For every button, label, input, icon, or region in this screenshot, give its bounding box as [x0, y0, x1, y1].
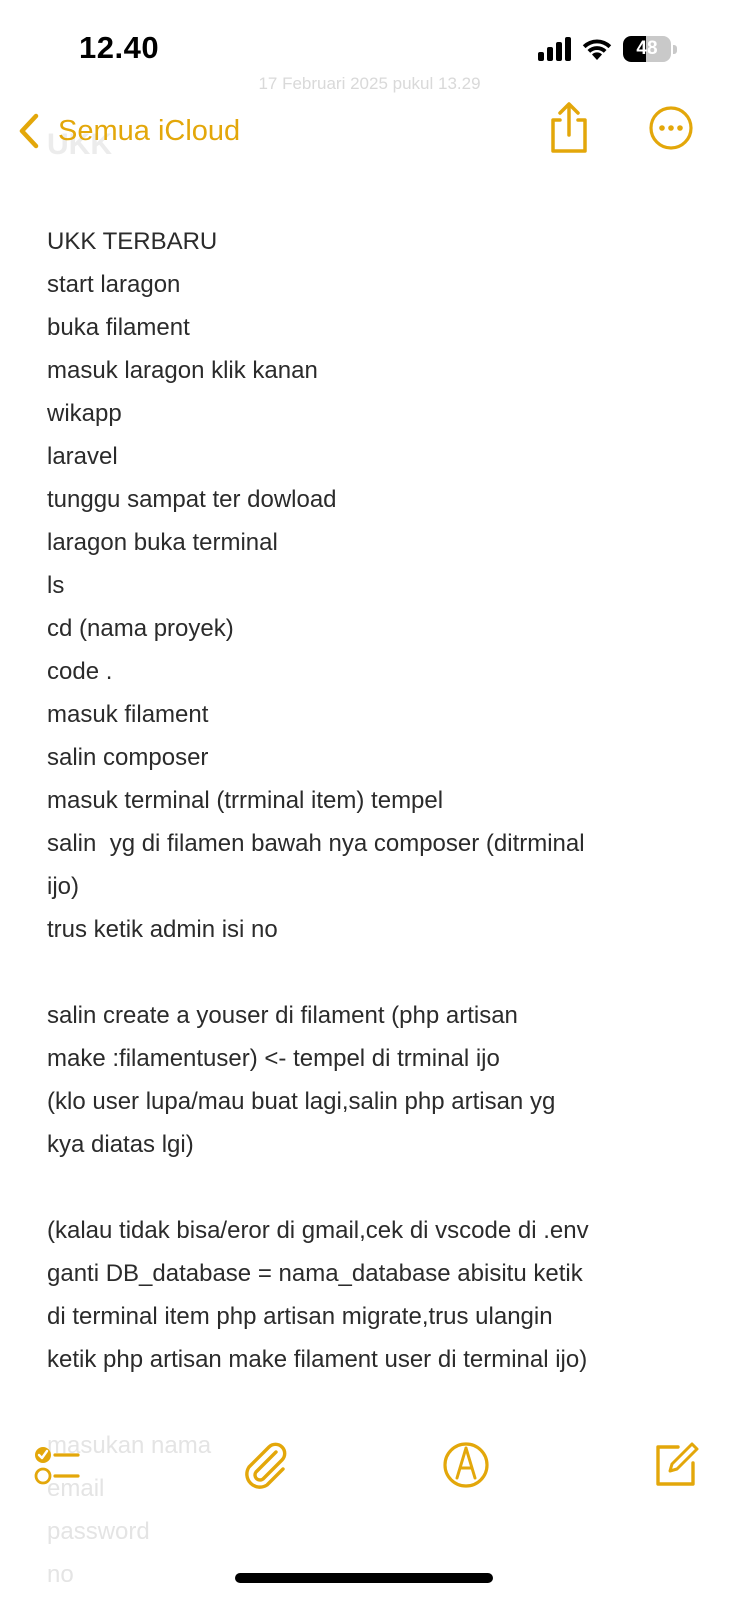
note-blank-line — [47, 1166, 717, 1209]
chevron-left-icon — [19, 113, 39, 149]
wifi-icon — [582, 39, 612, 60]
markup-icon[interactable] — [439, 1438, 493, 1492]
note-line: laravel — [47, 443, 118, 470]
note-line: ganti DB_database = nama_database abisit… — [47, 1260, 583, 1287]
nav-bar: Semua iCloud — [0, 100, 739, 162]
note-line: cd (nama proyek) — [47, 615, 234, 642]
note-line: wikapp — [47, 400, 122, 427]
note-line: make :filamentuser) <- tempel di trminal… — [47, 1045, 500, 1072]
back-button[interactable]: Semua iCloud — [14, 106, 240, 156]
note-line: kya diatas lgi) — [47, 1131, 194, 1158]
status-bar: 12.40 48 — [0, 0, 739, 98]
cellular-signal-icon — [538, 37, 571, 61]
note-line: laragon buka terminal — [47, 529, 278, 556]
home-indicator — [235, 1573, 493, 1583]
note-line: di terminal item php artisan migrate,tru… — [47, 1303, 553, 1330]
attachment-icon[interactable] — [238, 1438, 292, 1492]
note-lines: UKK TERBARU start laragon buka filament mas… — [47, 220, 717, 1381]
compose-icon[interactable] — [648, 1438, 702, 1492]
note-line: salin composer — [47, 744, 209, 771]
checklist-icon[interactable] — [30, 1438, 84, 1492]
battery-icon: 48 — [623, 36, 677, 62]
note-line: salin create a youser di filament (php a… — [47, 1002, 518, 1029]
note-blank-line — [47, 1381, 717, 1424]
note-line: ls — [47, 572, 65, 599]
note-line: trus ketik admin isi no — [47, 916, 278, 943]
note-line: start laragon — [47, 271, 181, 298]
status-icons: 48 — [538, 34, 677, 64]
more-options-icon[interactable] — [648, 105, 694, 151]
note-line: masuk terminal (trrminal item) tempel — [47, 787, 444, 814]
note-line: ijo) — [47, 873, 80, 900]
note-line: buka filament — [47, 314, 190, 341]
battery-level: 48 — [636, 38, 658, 59]
share-icon[interactable] — [545, 100, 593, 156]
status-time: 12.40 — [79, 30, 160, 65]
note-line: (klo user lupa/mau buat lagi,salin php a… — [47, 1088, 556, 1115]
note-body[interactable]: UKK TERBARU start laragon buka filament mas… — [47, 220, 717, 1596]
note-line-faded: password — [47, 1518, 150, 1545]
note-line: masuk laragon klik kanan — [47, 357, 318, 384]
note-line: ketik php artisan make filament user di … — [47, 1346, 588, 1373]
note-line: masuk filament — [47, 701, 209, 728]
note-line: tunggu sampat ter dowload — [47, 486, 337, 513]
note-line: (kalau tidak bisa/eror di gmail,cek di v… — [47, 1217, 589, 1244]
note-line: UKK TERBARU — [47, 228, 218, 255]
note-line: code . — [47, 658, 113, 685]
note-line: salin yg di filamen bawah nya composer (… — [47, 830, 585, 857]
note-blank-line — [47, 951, 717, 994]
back-label: Semua iCloud — [58, 114, 241, 147]
bottom-toolbar — [0, 1430, 739, 1500]
